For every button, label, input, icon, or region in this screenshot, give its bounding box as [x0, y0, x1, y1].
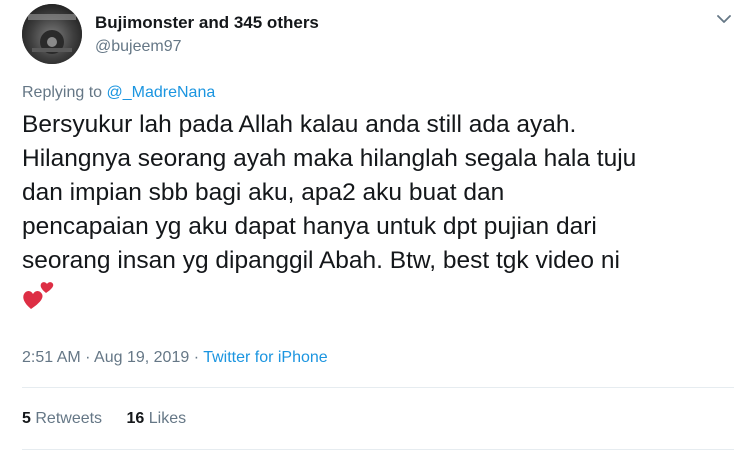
- user-handle[interactable]: @bujeem97: [95, 36, 319, 58]
- tweet-card: Bujimonster and 345 others @bujeem97 Rep…: [0, 0, 749, 452]
- tweet-date[interactable]: Aug 19, 2019: [94, 349, 189, 366]
- tweet-text-line: seorang insan yg dipanggil Abah. Btw, be…: [22, 247, 620, 274]
- avatar[interactable]: [22, 4, 82, 64]
- tweet-time[interactable]: 2:51 AM: [22, 349, 81, 366]
- reply-target-link[interactable]: @_MadreNana: [107, 84, 216, 101]
- tweet-text-line: dan impian sbb bagi aku, apa2 aku buat d…: [22, 179, 505, 206]
- likes-count: 16: [126, 410, 145, 427]
- reply-prefix: Replying to: [22, 84, 103, 101]
- tweet-text-line: pencapaian yg aku dapat hanya untuk dpt …: [22, 213, 597, 240]
- tweet-meta: 2:51 AM · Aug 19, 2019 · Twitter for iPh…: [22, 347, 328, 369]
- tweet-source-link[interactable]: Twitter for iPhone: [203, 349, 328, 366]
- tweet-text: Bersyukur lah pada Allah kalau anda stil…: [22, 108, 734, 312]
- retweets-stat[interactable]: 5 Retweets: [22, 408, 102, 430]
- chevron-down-icon[interactable]: [717, 14, 731, 24]
- tweet-stats: 5 Retweets 16 Likes: [22, 408, 206, 430]
- avatar-image: [22, 4, 82, 64]
- two-hearts-icon: [23, 282, 54, 309]
- display-name[interactable]: Bujimonster and 345 others: [95, 12, 319, 34]
- separator: ·: [193, 349, 200, 366]
- retweets-count: 5: [22, 410, 31, 427]
- tweet-text-line: Hilangnya seorang ayah maka hilanglah se…: [22, 145, 637, 172]
- divider: [22, 449, 734, 450]
- separator: ·: [85, 349, 91, 366]
- reply-context: Replying to @_MadreNana: [22, 82, 215, 104]
- likes-label: Likes: [148, 410, 187, 427]
- divider: [22, 387, 734, 388]
- retweets-label: Retweets: [35, 410, 103, 427]
- likes-stat[interactable]: 16 Likes: [127, 408, 187, 430]
- author-block: Bujimonster and 345 others @bujeem97: [95, 12, 319, 58]
- tweet-text-line: Bersyukur lah pada Allah kalau anda stil…: [22, 111, 577, 138]
